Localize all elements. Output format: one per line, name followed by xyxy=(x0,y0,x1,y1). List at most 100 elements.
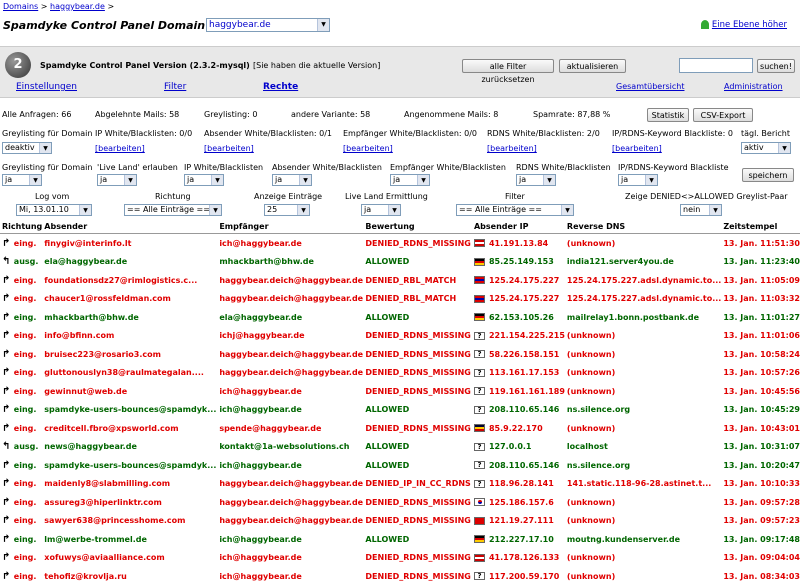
table-row[interactable]: ↰ ausg. ela@haggybear.de mhackbarth@bhw.de… xyxy=(0,253,800,272)
sender-ip-cell: 62.153.105.26 xyxy=(472,308,565,327)
sender-lists-select[interactable]: ja ▼ xyxy=(272,174,312,186)
reset-filters-button[interactable]: alle Filter zurücksetzen xyxy=(462,59,554,84)
column-header[interactable]: Empfänger xyxy=(217,220,364,234)
direction-arrow-icon: ↱ xyxy=(2,496,11,508)
recipient-lists-select[interactable]: ja ▼ xyxy=(390,174,430,186)
chevron-down-icon: ▼ xyxy=(388,205,400,215)
column-header[interactable]: Richtung xyxy=(0,220,43,234)
search-input[interactable] xyxy=(679,58,753,73)
breadcrumb-domain-link[interactable]: haggybear.de xyxy=(50,2,105,11)
table-row[interactable]: ↱ eing. tehofiz@krovlja.ru ich@haggybear.d… xyxy=(0,567,800,586)
column-header[interactable]: Zeitstempel xyxy=(721,220,800,234)
table-row[interactable]: ↱ eing. gluttonouslyn38@raulmategalan....… xyxy=(0,364,800,383)
direction-arrow-icon: ↱ xyxy=(2,515,11,527)
rdns-lists-select[interactable]: ja ▼ xyxy=(516,174,556,186)
sender-ip-value: 212.227.17.10 xyxy=(488,534,554,544)
direction-cell: eing. xyxy=(13,405,37,415)
table-row[interactable]: ↱ eing. foundationsdz27@rimlogistics.c...… xyxy=(0,271,800,290)
search-button[interactable]: suchen! xyxy=(757,59,795,73)
sender-ip-value: 113.161.17.153 xyxy=(488,368,560,378)
ip-whitelist-edit-link[interactable]: [bearbeiten] xyxy=(95,144,145,153)
liveland-detect-select[interactable]: ja ▼ xyxy=(361,204,401,216)
sender-cell: maidenly8@slabmilling.com xyxy=(44,479,171,489)
breadcrumb-domains-link[interactable]: Domains xyxy=(3,2,38,11)
column-header[interactable]: Absender xyxy=(42,220,218,234)
table-row[interactable]: ↱ eing. spamdyke-users-bounces@spamdyk...… xyxy=(0,456,800,475)
tab-einstellungen[interactable]: Einstellungen xyxy=(16,82,77,92)
rdns-whitelist-edit-link[interactable]: [bearbeiten] xyxy=(487,144,537,153)
table-row[interactable]: ↱ eing. chaucer1@rossfeldman.com haggybear… xyxy=(0,290,800,309)
level-up-label[interactable]: Eine Ebene höher xyxy=(712,20,787,30)
direction-cell: eing. xyxy=(13,349,37,359)
unknown-country-flag-icon: ? xyxy=(473,331,485,340)
column-header[interactable]: Absender IP xyxy=(471,220,565,234)
direction-select[interactable]: == Alle Einträge == ▼ xyxy=(124,204,222,216)
table-row[interactable]: ↱ eing. lm@werbe-trommel.de ich@haggybear.… xyxy=(0,530,800,549)
entries-count-select[interactable]: 25 ▼ xyxy=(264,204,310,216)
table-row[interactable]: ↱ eing. info@bfinn.com ichj@haggybear.de DE… xyxy=(0,327,800,346)
country-flag-icon xyxy=(473,294,485,303)
statistics-button[interactable]: Statistik xyxy=(647,108,689,122)
sender-cell: info@bfinn.com xyxy=(44,331,115,341)
table-row[interactable]: ↱ eing. gewinnut@web.de ich@haggybear.de DE… xyxy=(0,382,800,401)
direction-cell: eing. xyxy=(13,534,37,544)
reverse-dns-cell: (unknown) xyxy=(566,368,616,378)
chevron-down-icon: ▼ xyxy=(645,175,657,185)
timestamp-cell: 13. Jan. 10:43:01 xyxy=(723,423,800,433)
table-row[interactable]: ↱ eing. assureg3@hiperlinktr.com haggybear… xyxy=(0,493,800,512)
timestamp-cell: 13. Jan. 10:10:33 xyxy=(723,479,800,489)
table-row[interactable]: ↱ eing. maidenly8@slabmilling.com haggybea… xyxy=(0,475,800,494)
table-row[interactable]: ↱ eing. creditcell.fbro@xpsworld.com spend… xyxy=(0,419,800,438)
timestamp-cell: 13. Jan. 11:51:30 xyxy=(723,238,800,248)
daily-report-select[interactable]: aktiv ▼ xyxy=(741,142,791,154)
timestamp-cell: 13. Jan. 10:31:07 xyxy=(723,442,800,452)
table-row[interactable]: ↰ ausg. news@haggybear.de kontakt@1a-webso… xyxy=(0,438,800,457)
level-up-link[interactable]: Eine Ebene höher xyxy=(700,20,787,30)
greylisting-domain-select-2[interactable]: ja ▼ xyxy=(2,174,42,186)
tab-filter[interactable]: Filter xyxy=(164,82,186,92)
table-row[interactable]: ↱ eing. sawyer638@princesshome.com haggybe… xyxy=(0,512,800,531)
rating-cell: DENIED_IP_IN_CC_RDNS xyxy=(365,479,471,489)
rating-cell: DENIED_RDNS_MISSING xyxy=(365,516,471,526)
sender-ip-cell: 125.186.157.6 xyxy=(472,493,565,512)
chevron-down-icon: ▼ xyxy=(317,19,329,31)
timestamp-cell: 13. Jan. 10:58:24 xyxy=(723,349,800,359)
rdns-whitelist-label: RDNS White/Blacklisten: 2/0 xyxy=(487,129,600,138)
table-row[interactable]: ↱ eing. bruisec223@rosario3.com haggybear.… xyxy=(0,345,800,364)
recipient-whitelist-edit-link[interactable]: [bearbeiten] xyxy=(343,144,393,153)
iprdns-blacklist-edit-link[interactable]: [bearbeiten] xyxy=(612,144,662,153)
tab-administration[interactable]: Administration xyxy=(724,82,783,91)
recipient-cell: haggybear.deich@haggybear.de xyxy=(219,479,364,489)
greylisting-domain-select[interactable]: deaktiv ▼ xyxy=(2,142,52,154)
ip-lists-select[interactable]: ja ▼ xyxy=(184,174,224,186)
direction-cell: eing. xyxy=(13,497,37,507)
sender-whitelist-edit-link[interactable]: [bearbeiten] xyxy=(204,144,254,153)
table-row[interactable]: ↱ eing. spamdyke-users-bounces@spamdyk...… xyxy=(0,401,800,420)
table-row[interactable]: ↱ eing. finygiv@interinfo.lt ich@haggybear… xyxy=(0,234,800,253)
recipient-cell: ich@haggybear.de xyxy=(219,534,302,544)
timestamp-cell: 13. Jan. 10:57:26 xyxy=(723,368,800,378)
refresh-button[interactable]: aktualisieren xyxy=(559,59,626,73)
domain-select-value: haggybear.de xyxy=(209,20,271,30)
sender-ip-value: 85.9.22.170 xyxy=(488,423,543,433)
liveland-select[interactable]: ja ▼ xyxy=(97,174,137,186)
tab-gesamtuebersicht[interactable]: Gesamtübersicht xyxy=(616,82,684,91)
filter-select[interactable]: == Alle Einträge == ▼ xyxy=(456,204,574,216)
csv-export-button[interactable]: CSV-Export xyxy=(693,108,753,122)
select-value: ja xyxy=(519,175,527,184)
table-row[interactable]: ↱ eing. mhackbarth@bhw.de ela@haggybear.de… xyxy=(0,308,800,327)
timestamp-cell: 13. Jan. 11:23:40 xyxy=(723,257,800,267)
timestamp-cell: 13. Jan. 10:45:56 xyxy=(723,386,800,396)
column-header[interactable]: Reverse DNS xyxy=(564,220,722,234)
domain-select[interactable]: haggybear.de ▼ xyxy=(206,18,330,32)
select-value: == Alle Einträge == xyxy=(127,205,210,214)
sender-ip-cell: ? 118.96.28.141 xyxy=(472,475,565,494)
log-date-select[interactable]: Mi, 13.01.10 ▼ xyxy=(16,204,92,216)
greylist-pair-select[interactable]: nein ▼ xyxy=(680,204,722,216)
save-button[interactable]: speichern xyxy=(742,168,794,182)
recipient-cell: ich@haggybear.de xyxy=(219,571,302,581)
tab-rechte[interactable]: Rechte xyxy=(263,82,298,92)
column-header[interactable]: Bewertung xyxy=(363,220,472,234)
rating-cell: DENIED_RDNS_MISSING xyxy=(365,331,471,341)
iprdns-list-select[interactable]: ja ▼ xyxy=(618,174,658,186)
